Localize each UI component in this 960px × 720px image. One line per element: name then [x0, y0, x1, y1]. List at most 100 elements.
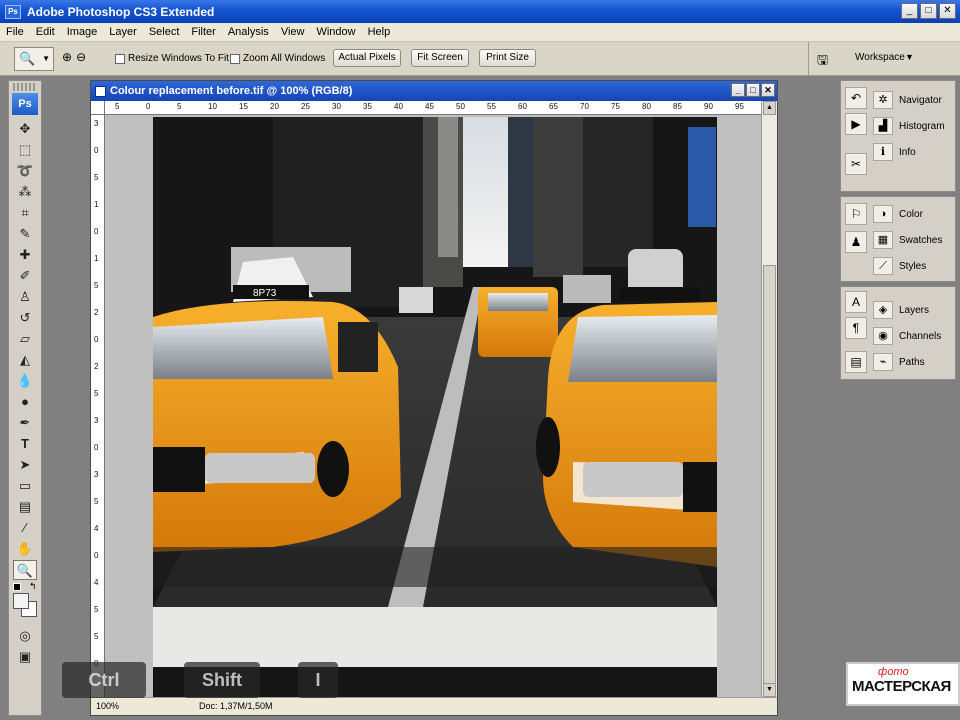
- menu-file[interactable]: File: [0, 26, 30, 38]
- ruler-tick-label: 5: [94, 632, 99, 641]
- pen-tool-icon[interactable]: ✒: [13, 413, 37, 433]
- ruler-tick-label: 30: [332, 102, 341, 111]
- ruler-tick-label: 5: [94, 605, 99, 614]
- panel-item-swatches[interactable]: ▦ Swatches: [841, 227, 955, 253]
- menu-view[interactable]: View: [275, 26, 311, 38]
- close-button[interactable]: ✕: [939, 3, 956, 19]
- slice-tool-icon[interactable]: ✎: [13, 224, 37, 244]
- healing-brush-tool-icon[interactable]: ✚: [13, 245, 37, 265]
- tool-preset-picker[interactable]: 🔍 ▼: [14, 47, 54, 71]
- move-tool-icon[interactable]: ✥: [13, 119, 37, 139]
- resize-windows-checkbox[interactable]: Resize Windows To Fit: [115, 53, 229, 64]
- eraser-tool-icon[interactable]: ▱: [13, 329, 37, 349]
- quick-mask-icon[interactable]: ◎: [13, 626, 37, 646]
- panel-item-color[interactable]: ◑ Color: [841, 201, 955, 227]
- menu-edit[interactable]: Edit: [30, 26, 61, 38]
- path-selection-tool-icon[interactable]: ➤: [13, 455, 37, 475]
- panel-label: Channels: [899, 330, 942, 342]
- eyedropper-tool-icon[interactable]: ⁄: [13, 518, 37, 538]
- scrollbar-thumb[interactable]: [763, 265, 776, 685]
- zoom-tool-icon[interactable]: 🔍: [13, 560, 37, 580]
- history-brush-tool-icon[interactable]: ↺: [13, 308, 37, 328]
- ruler-tick-label: 90: [704, 102, 713, 111]
- ruler-tick-label: 65: [549, 102, 558, 111]
- default-colors-icon[interactable]: [13, 583, 21, 591]
- zoom-in-icon[interactable]: ⊕: [62, 50, 72, 64]
- menu-help[interactable]: Help: [362, 26, 397, 38]
- menu-image[interactable]: Image: [61, 26, 104, 38]
- marquee-tool-icon[interactable]: ⬚: [13, 140, 37, 160]
- ruler-tick-label: 5: [94, 389, 99, 398]
- panel-group-layers: A ¶ ▤ ◈ Layers ◉ Channels ⌁ Paths: [840, 286, 956, 380]
- panel-item-navigator[interactable]: ✲ Navigator: [841, 87, 955, 113]
- menu-window[interactable]: Window: [310, 26, 361, 38]
- panel-item-styles[interactable]: ⟋ Styles: [841, 253, 955, 279]
- taxi-street-photo: 8P73: [153, 117, 717, 697]
- menu-select[interactable]: Select: [143, 26, 186, 38]
- doc-close-button[interactable]: ✕: [761, 83, 775, 97]
- ruler-origin[interactable]: [91, 101, 105, 115]
- doc-size-info[interactable]: Doc: 1,37M/1,50M: [199, 701, 273, 711]
- actual-pixels-button[interactable]: Actual Pixels: [333, 49, 401, 67]
- clone-stamp-tool-icon[interactable]: ♙: [13, 287, 37, 307]
- crop-tool-icon[interactable]: ⌗: [13, 203, 37, 223]
- layers-icon: ◈: [873, 301, 893, 319]
- notes-tool-icon[interactable]: ▤: [13, 497, 37, 517]
- panel-item-info[interactable]: ℹ Info: [841, 139, 955, 165]
- ruler-tick-label: 75: [611, 102, 620, 111]
- swap-colors-icon[interactable]: ↰: [29, 581, 37, 592]
- type-tool-icon[interactable]: T: [13, 434, 37, 454]
- chevron-down-icon[interactable]: ▼: [905, 52, 914, 62]
- vertical-ruler[interactable]: 305101520253035404550: [91, 115, 105, 697]
- print-size-button[interactable]: Print Size: [479, 49, 536, 67]
- fit-screen-button[interactable]: Fit Screen: [411, 49, 469, 67]
- doc-maximize-button[interactable]: □: [746, 83, 760, 97]
- brush-tool-icon[interactable]: ✐: [13, 266, 37, 286]
- rectangle-tool-icon[interactable]: ▭: [13, 476, 37, 496]
- document-window: Colour replacement before.tif @ 100% (RG…: [90, 80, 778, 716]
- zoom-all-windows-checkbox[interactable]: Zoom All Windows: [230, 53, 325, 64]
- menu-analysis[interactable]: Analysis: [222, 26, 275, 38]
- foreground-color-swatch[interactable]: [13, 593, 29, 609]
- image-canvas[interactable]: 8P73: [153, 117, 717, 697]
- doc-minimize-button[interactable]: _: [731, 83, 745, 97]
- horizontal-ruler[interactable]: 5 0 5 10 15 20 25 30 35 40 45 50 55 60 65 70 75 80 85 90 95: [105, 101, 761, 115]
- panel-item-layers[interactable]: ◈ Layers: [841, 297, 955, 323]
- ruler-tick-label: 40: [394, 102, 403, 111]
- menu-bar: File Edit Image Layer Select Filter Anal…: [0, 23, 960, 42]
- menu-filter[interactable]: Filter: [185, 26, 221, 38]
- bridge-icon[interactable]: 🖫: [817, 51, 828, 73]
- panel-item-paths[interactable]: ⌁ Paths: [841, 349, 955, 375]
- checkbox-box[interactable]: [230, 53, 240, 64]
- panel-item-histogram[interactable]: ▟ Histogram: [841, 113, 955, 139]
- panel-label: Color: [899, 208, 923, 220]
- ctrl-key-overlay: Ctrl: [62, 662, 146, 698]
- histogram-icon: ▟: [873, 117, 893, 135]
- hand-tool-icon[interactable]: ✋: [13, 539, 37, 559]
- checkbox-box[interactable]: [115, 53, 125, 64]
- magic-wand-tool-icon[interactable]: ⁂: [13, 182, 37, 202]
- dodge-tool-icon[interactable]: ●: [13, 392, 37, 412]
- blur-tool-icon[interactable]: 💧: [13, 371, 37, 391]
- scroll-down-arrow[interactable]: ▼: [763, 683, 776, 697]
- ruler-tick-label: 3: [94, 119, 99, 128]
- maximize-button[interactable]: □: [920, 3, 937, 19]
- lasso-tool-icon[interactable]: ➰: [13, 161, 37, 181]
- panel-group-navigator: ↶ ▶ ✂ ✲ Navigator ▟ Histogram ℹ Info: [840, 80, 956, 192]
- zoom-tool-icon: 🔍: [19, 51, 36, 66]
- toolbox-grip[interactable]: [13, 83, 37, 91]
- swatches-icon: ▦: [873, 231, 893, 249]
- zoom-level-field[interactable]: 100%: [96, 701, 119, 711]
- menu-layer[interactable]: Layer: [103, 26, 143, 38]
- panel-item-channels[interactable]: ◉ Channels: [841, 323, 955, 349]
- screen-mode-icon[interactable]: ▣: [13, 647, 37, 667]
- paint-bucket-tool-icon[interactable]: ◭: [13, 350, 37, 370]
- minimize-button[interactable]: _: [901, 3, 918, 19]
- zoom-out-icon[interactable]: ⊖: [76, 50, 86, 64]
- scroll-up-arrow[interactable]: ▲: [763, 101, 776, 115]
- vertical-scrollbar[interactable]: ▲ ▼: [761, 101, 777, 697]
- document-title-bar[interactable]: Colour replacement before.tif @ 100% (RG…: [91, 81, 777, 101]
- photoshop-logo[interactable]: Ps: [12, 93, 38, 115]
- workspace-menu[interactable]: Workspace: [855, 52, 905, 63]
- logo-main-text: МАСТЕРСКАЯ: [852, 678, 951, 695]
